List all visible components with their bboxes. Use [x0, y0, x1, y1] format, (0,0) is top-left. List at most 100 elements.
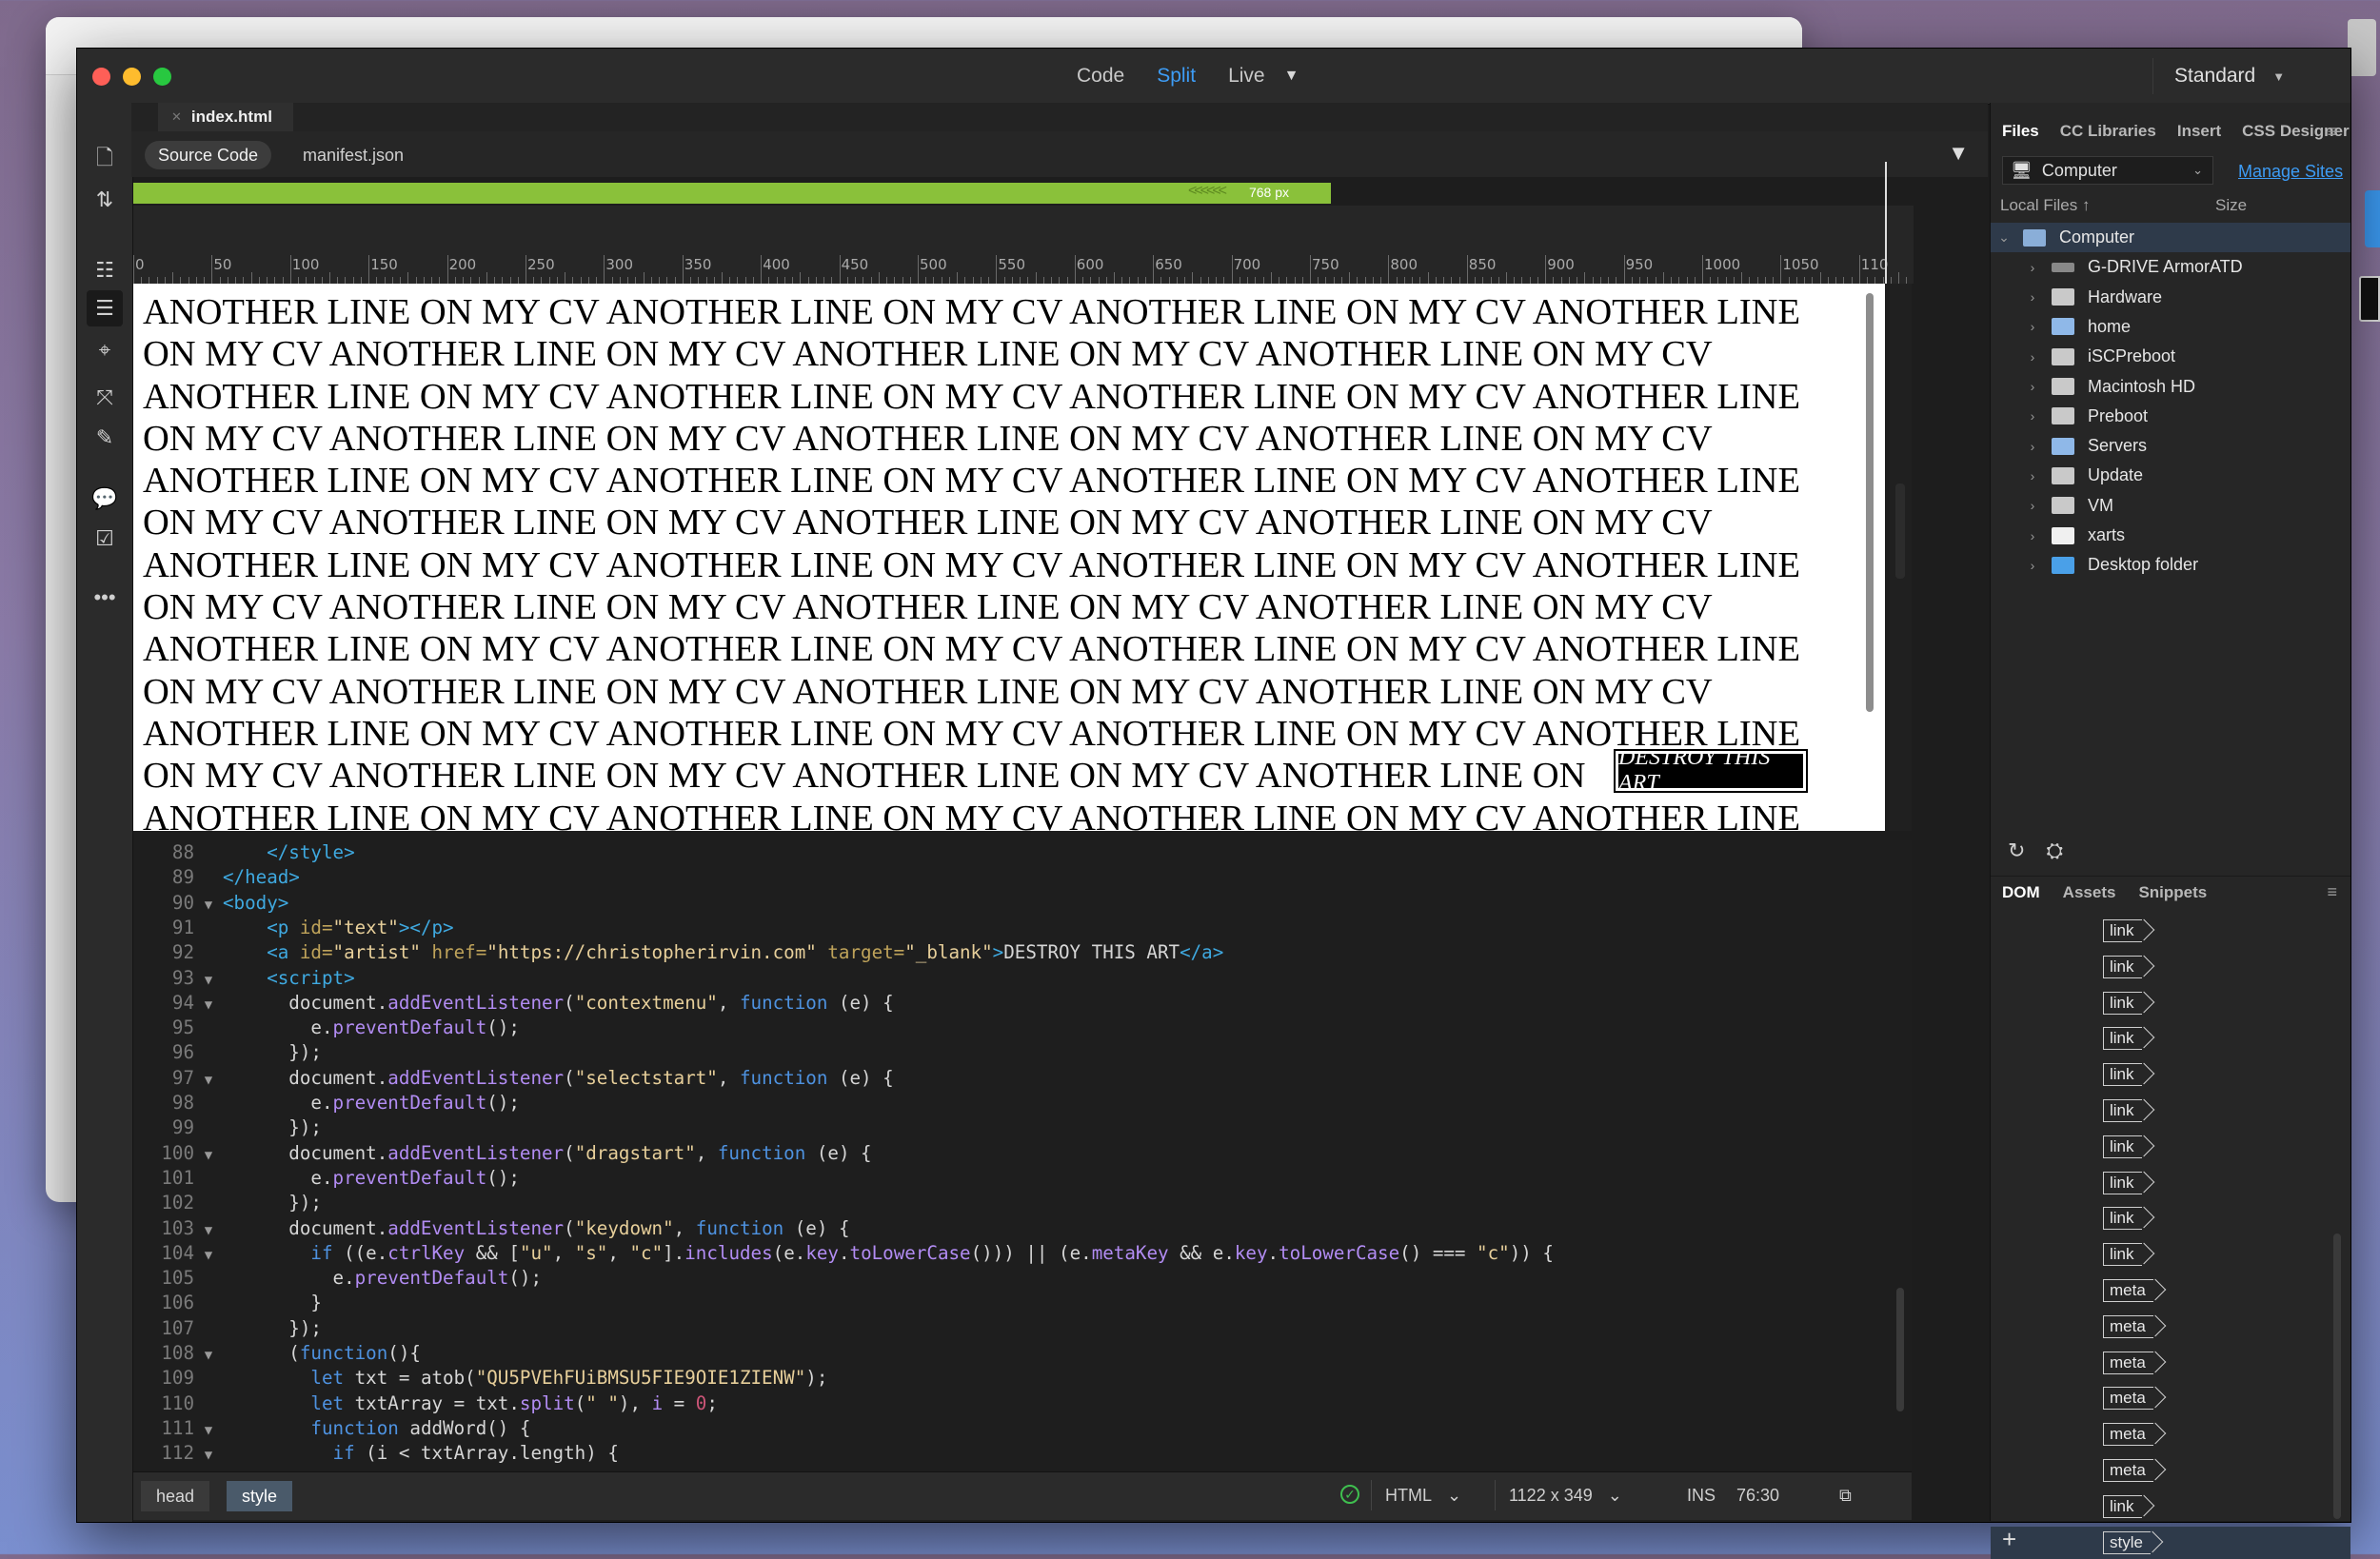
code-line[interactable]: 105 e.preventDefault(); [133, 1267, 542, 1292]
viewport-resize-handle[interactable] [1885, 162, 1887, 284]
tab-snippets[interactable]: Snippets [2138, 883, 2207, 902]
apply-comment-icon[interactable]: ☑ [87, 521, 123, 557]
code-line[interactable]: 106 } [133, 1292, 322, 1316]
workspace-switcher[interactable]: Standard ▼ [2152, 58, 2285, 94]
tree-item[interactable]: › Update [1991, 461, 2350, 490]
chevron-right-icon[interactable]: › [2025, 408, 2040, 424]
more-tools-icon[interactable]: ••• [87, 580, 123, 616]
code-line[interactable]: 110 let txtArray = txt.split(" "), i = 0… [133, 1392, 718, 1417]
refresh-icon[interactable]: ↻ [2008, 839, 2025, 863]
tab-dom[interactable]: DOM [2002, 883, 2040, 902]
related-file-source-code[interactable]: Source Code [145, 141, 272, 169]
tab-cc-libraries[interactable]: CC Libraries [2060, 122, 2156, 141]
desktop-icon[interactable] [2348, 19, 2376, 76]
code-line[interactable]: 111 ▼ function addWord() { [133, 1417, 530, 1442]
code-line[interactable]: 109 let txt = atob("QU5PVEhFUiBMSU5FIE9O… [133, 1367, 827, 1391]
tree-item[interactable]: › Macintosh HD [1991, 372, 2350, 402]
connect-icon[interactable]: ⛭ [2046, 839, 2063, 863]
code-line[interactable]: 98 e.preventDefault(); [133, 1092, 520, 1116]
tree-item[interactable]: › Preboot [1991, 402, 2350, 431]
code-line[interactable]: 103 ▼ document.addEventListener("keydown"… [133, 1217, 849, 1242]
chevron-down-icon[interactable]: ⌄ [1996, 229, 2012, 246]
format-source-icon[interactable]: ☰ [87, 290, 123, 326]
zoom-window-button[interactable] [153, 68, 171, 86]
code-line[interactable]: 90 ▼ <body> [133, 892, 288, 917]
code-line[interactable]: 94 ▼ document.addEventListener("contextme… [133, 992, 894, 1016]
dom-node[interactable]: meta [2103, 1314, 2153, 1338]
fold-arrow-icon[interactable]: ▼ [194, 1223, 223, 1238]
dom-node[interactable]: style [2103, 1530, 2151, 1554]
panel-menu-icon[interactable]: ≡ [2327, 122, 2337, 142]
close-window-button[interactable] [92, 68, 110, 86]
code-line[interactable]: 96 }); [133, 1041, 322, 1066]
tree-item[interactable]: › home [1991, 312, 2350, 342]
dom-node[interactable]: meta [2103, 1387, 2153, 1411]
comment-icon[interactable]: 💬 [87, 481, 123, 517]
dom-node[interactable]: link [2103, 1063, 2142, 1087]
code-line[interactable]: 112 ▼ if (i < txtArray.length) { [133, 1442, 619, 1467]
tree-item[interactable]: › VM [1991, 491, 2350, 521]
breadcrumb-style[interactable]: style [227, 1481, 293, 1511]
dom-node[interactable]: link [2103, 955, 2142, 978]
live-view-options-icon[interactable]: ☷ [87, 252, 123, 288]
tree-item[interactable]: › G-DRIVE ArmorATD [1991, 252, 2350, 282]
related-file-manifest[interactable]: manifest.json [289, 141, 417, 169]
dom-node[interactable]: link [2103, 1171, 2142, 1194]
expand-collapse-icon[interactable]: ⤧ [87, 380, 123, 416]
code-view-scrollbar[interactable] [1896, 1288, 1904, 1411]
code-line[interactable]: 92 <a id="artist" href="https://christop… [133, 941, 1223, 966]
fold-arrow-icon[interactable]: ▼ [194, 973, 223, 988]
chevron-right-icon[interactable]: › [2025, 498, 2040, 513]
file-management-icon[interactable]: ⇅ [87, 182, 123, 218]
fold-arrow-icon[interactable]: ▼ [194, 1448, 223, 1463]
fold-arrow-icon[interactable]: ▼ [194, 1348, 223, 1363]
fold-arrow-icon[interactable]: ▼ [194, 1248, 223, 1263]
code-line[interactable]: 88 </style> [133, 841, 355, 866]
dom-node[interactable]: link [2103, 1243, 2142, 1267]
fold-arrow-icon[interactable]: ▼ [194, 1148, 223, 1163]
tab-insert[interactable]: Insert [2177, 122, 2221, 141]
code-view[interactable]: 88 </style> 89 </head> 90 ▼ <body> 91 <p id="t… [133, 840, 1912, 1470]
split-grip[interactable] [1895, 483, 1905, 579]
code-line[interactable]: 95 e.preventDefault(); [133, 1016, 520, 1041]
brush-icon[interactable]: ✎ [87, 420, 123, 456]
dom-node[interactable]: meta [2103, 1459, 2153, 1482]
code-line[interactable]: 102 }); [133, 1192, 322, 1216]
preview-icon[interactable]: ⧉ [1839, 1486, 1852, 1506]
insert-mode[interactable]: INS [1687, 1486, 1716, 1506]
chevron-right-icon[interactable]: › [2025, 558, 2040, 573]
local-files-column[interactable]: Local Files ↑ [2000, 196, 2090, 215]
document-type-select[interactable]: HTML ⌄ [1371, 1480, 1475, 1510]
chevron-right-icon[interactable]: › [2025, 379, 2040, 394]
tab-assets[interactable]: Assets [2063, 883, 2116, 902]
destroy-this-art-button[interactable]: DESTROY THIS ART [1614, 745, 1808, 796]
tab-split[interactable]: Split [1157, 65, 1196, 88]
chevron-right-icon[interactable]: › [2025, 349, 2040, 365]
dom-node[interactable]: link [2103, 919, 2142, 942]
dom-scrollbar[interactable] [2333, 1233, 2341, 1519]
chevron-right-icon[interactable]: › [2025, 439, 2040, 454]
code-line[interactable]: 107 }); [133, 1317, 322, 1342]
fold-arrow-icon[interactable]: ▼ [194, 898, 223, 913]
dom-node[interactable]: link [2103, 1099, 2142, 1122]
breadcrumb-head[interactable]: head [141, 1481, 210, 1511]
chevron-right-icon[interactable]: › [2025, 468, 2040, 483]
code-line[interactable]: 99 }); [133, 1116, 322, 1141]
dom-node[interactable]: link [2103, 991, 2142, 1015]
code-line[interactable]: 101 e.preventDefault(); [133, 1167, 520, 1192]
chevron-right-icon[interactable]: › [2025, 528, 2040, 543]
tree-item[interactable]: › xarts [1991, 521, 2350, 550]
panel-menu-icon[interactable]: ≡ [2327, 882, 2337, 902]
dom-node[interactable]: meta [2103, 1279, 2153, 1302]
dom-node[interactable]: link [2103, 1135, 2142, 1158]
tree-root-computer[interactable]: ⌄ Computer [1991, 223, 2350, 252]
dom-node[interactable]: link [2103, 1494, 2142, 1518]
dom-node[interactable]: meta [2103, 1351, 2153, 1374]
code-line[interactable]: 100 ▼ document.addEventListener("dragstar… [133, 1142, 871, 1167]
minimize-window-button[interactable] [123, 68, 141, 86]
code-line[interactable]: 108 ▼ (function(){ [133, 1342, 421, 1367]
dom-node[interactable]: meta [2103, 1423, 2153, 1447]
open-document-icon[interactable]: 🗋 [87, 142, 123, 178]
fold-arrow-icon[interactable]: ▼ [194, 1423, 223, 1438]
window-size-select[interactable]: 1122 x 349 ⌄ [1495, 1480, 1636, 1510]
